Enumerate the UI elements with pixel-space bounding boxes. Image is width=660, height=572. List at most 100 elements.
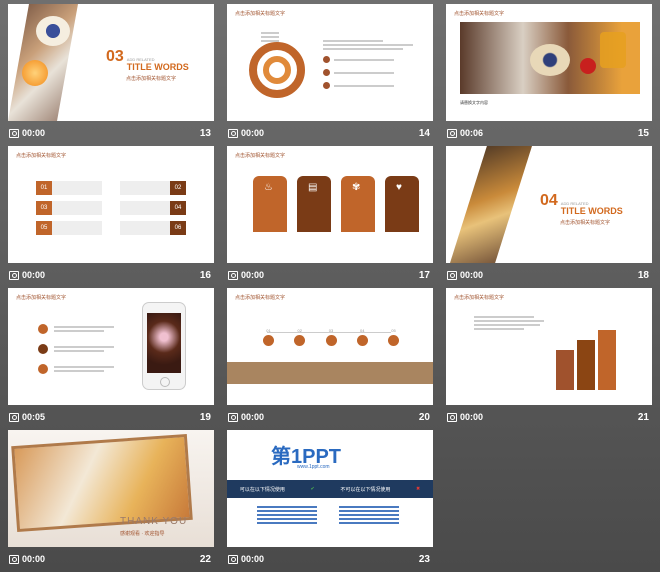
slide-number: 16 <box>199 269 211 281</box>
bullet-icon <box>323 69 330 76</box>
ppt-url: www.1ppt.com <box>297 464 330 470</box>
forbidden-list <box>339 504 399 526</box>
slide-preview: 点击添加相关标题文字 <box>446 288 652 405</box>
slide-number: 14 <box>418 127 430 139</box>
step-num: 01 <box>266 328 271 333</box>
step-num: 05 <box>391 328 396 333</box>
slide-number: 23 <box>418 553 430 565</box>
card-4: ♥ <box>385 176 419 232</box>
slide-header: 点击添加相关标题文字 <box>454 11 505 17</box>
slide-preview: 点击添加相关标题文字 <box>227 4 433 121</box>
clock-icon <box>228 128 238 138</box>
subtitle: 点击添加相关标题文字 <box>560 220 611 226</box>
mortar-icon: ♨ <box>264 182 273 193</box>
bullet-icon <box>323 56 330 63</box>
slide-number: 19 <box>199 411 211 423</box>
slide-thumb-13[interactable]: 03 ADD RELATED TITLE WORDS 点击添加相关标题文字 00… <box>8 4 214 145</box>
slide-thumb-20[interactable]: 点击添加相关标题文字 01 02 03 04 05 00:00 20 <box>227 288 433 429</box>
card-3: ✾ <box>341 176 375 232</box>
slide-number: 13 <box>199 127 211 139</box>
slide-header: 点击添加相关标题文字 <box>235 11 286 17</box>
slide-thumb-18[interactable]: 04 ADD RELATED TITLE WORDS 点击添加相关标题文字 00… <box>446 146 652 287</box>
slide-meta: 00:06 15 <box>446 121 652 145</box>
left-items: 01 03 05 <box>36 181 102 235</box>
orange-slice <box>22 60 48 86</box>
slide-preview: 03 ADD RELATED TITLE WORDS 点击添加相关标题文字 <box>8 4 214 121</box>
slide-thumb-17[interactable]: 点击添加相关标题文字 ♨ ▤ ✾ ♥ 00:00 17 <box>227 146 433 287</box>
slide-meta: 00:00 14 <box>227 121 433 145</box>
cake-icon <box>38 324 48 334</box>
text-block <box>474 314 544 332</box>
usage-banner: 可以在以下情况使用 ✔ 不可以在以下情况使用 ✖ <box>227 480 433 498</box>
slide-header: 点击添加相关标题文字 <box>454 295 505 301</box>
duration: 00:00 <box>22 270 46 280</box>
bullet-list <box>323 38 423 89</box>
item-badge: 02 <box>170 181 186 195</box>
slide-number: 17 <box>418 269 430 281</box>
thank-you-subtitle: 感谢观看 · 欢迎指导 <box>120 531 165 537</box>
item-badge: 06 <box>170 221 186 235</box>
check-icon: ✔ <box>310 486 315 492</box>
breakfast-photo <box>460 22 640 94</box>
slide-thumb-15[interactable]: 点击添加相关标题文字 请替换文字内容 00:06 15 <box>446 4 652 145</box>
slide-thumb-14[interactable]: 点击添加相关标题文字 00:00 14 <box>227 4 433 145</box>
duration: 00:00 <box>241 554 265 564</box>
clock-icon <box>9 270 19 280</box>
clock-icon <box>9 128 19 138</box>
phone-mockup <box>142 302 186 390</box>
feature-list <box>38 324 114 374</box>
slide-header: 点击添加相关标题文字 <box>235 295 286 301</box>
right-items: 02 04 06 <box>120 181 186 235</box>
pancake-photo <box>450 146 532 263</box>
photo-caption: 请替换文字内容 <box>460 100 488 105</box>
slide-thumb-19[interactable]: 点击添加相关标题文字 00:05 19 <box>8 288 214 429</box>
clipboard-icon: ▤ <box>308 182 318 193</box>
slide-header: 点击添加相关标题文字 <box>16 295 67 301</box>
clock-icon <box>228 412 238 422</box>
slide-preview: 点击添加相关标题文字 <box>8 288 214 405</box>
slide-meta: 00:05 19 <box>8 405 214 429</box>
slide-number: 21 <box>637 411 649 423</box>
item-badge: 05 <box>36 221 52 235</box>
bullet-icon <box>323 82 330 89</box>
subtitle: 点击添加相关标题文字 <box>126 76 177 82</box>
timeline-steps: 01 02 03 04 05 <box>263 328 399 351</box>
duration: 00:00 <box>22 128 46 138</box>
item-badge: 01 <box>36 181 52 195</box>
clock-icon <box>447 128 457 138</box>
section-title: 04 ADD RELATED TITLE WORDS 点击添加相关标题文字 <box>540 192 623 226</box>
pie-icon <box>38 364 48 374</box>
slide-preview: 04 ADD RELATED TITLE WORDS 点击添加相关标题文字 <box>446 146 652 263</box>
clock-icon <box>9 412 19 422</box>
clock-icon <box>228 554 238 564</box>
duration: 00:00 <box>241 128 265 138</box>
clock-icon <box>228 270 238 280</box>
slide-thumb-23[interactable]: 第1PPT www.1ppt.com 可以在以下情况使用 ✔ 不可以在以下情况使… <box>227 430 433 571</box>
hands-icon: ♥ <box>396 182 402 193</box>
slide-thumb-21[interactable]: 点击添加相关标题文字 00:00 21 <box>446 288 652 429</box>
ring-chart <box>249 42 305 98</box>
allowed-list <box>257 504 317 526</box>
step-num: 02 <box>297 328 302 333</box>
slide-meta: 00:00 17 <box>227 263 433 287</box>
slide-meta: 00:00 20 <box>227 405 433 429</box>
duration: 00:00 <box>460 270 484 280</box>
slide-header: 点击添加相关标题文字 <box>16 153 67 159</box>
item-badge: 04 <box>170 201 186 215</box>
slide-preview: 点击添加相关标题文字 01 02 03 04 05 <box>227 288 433 405</box>
item-badge: 03 <box>36 201 52 215</box>
bar-2 <box>577 340 595 390</box>
hand-icon <box>263 335 274 346</box>
duration: 00:00 <box>241 270 265 280</box>
card-1: ♨ <box>253 176 287 232</box>
slide-meta: 00:00 18 <box>446 263 652 287</box>
slide-thumb-16[interactable]: 点击添加相关标题文字 01 03 05 02 04 06 00:00 16 <box>8 146 214 287</box>
slide-preview: 点击添加相关标题文字 请替换文字内容 <box>446 4 652 121</box>
section-number: 03 <box>106 48 124 65</box>
cup-icon <box>38 344 48 354</box>
duration: 00:00 <box>22 554 46 564</box>
slide-thumb-22[interactable]: THANK YOU 感谢观看 · 欢迎指导 00:00 22 <box>8 430 214 571</box>
step-num: 04 <box>360 328 365 333</box>
blueberry-bowl <box>36 16 70 46</box>
egg-icon <box>388 335 399 346</box>
